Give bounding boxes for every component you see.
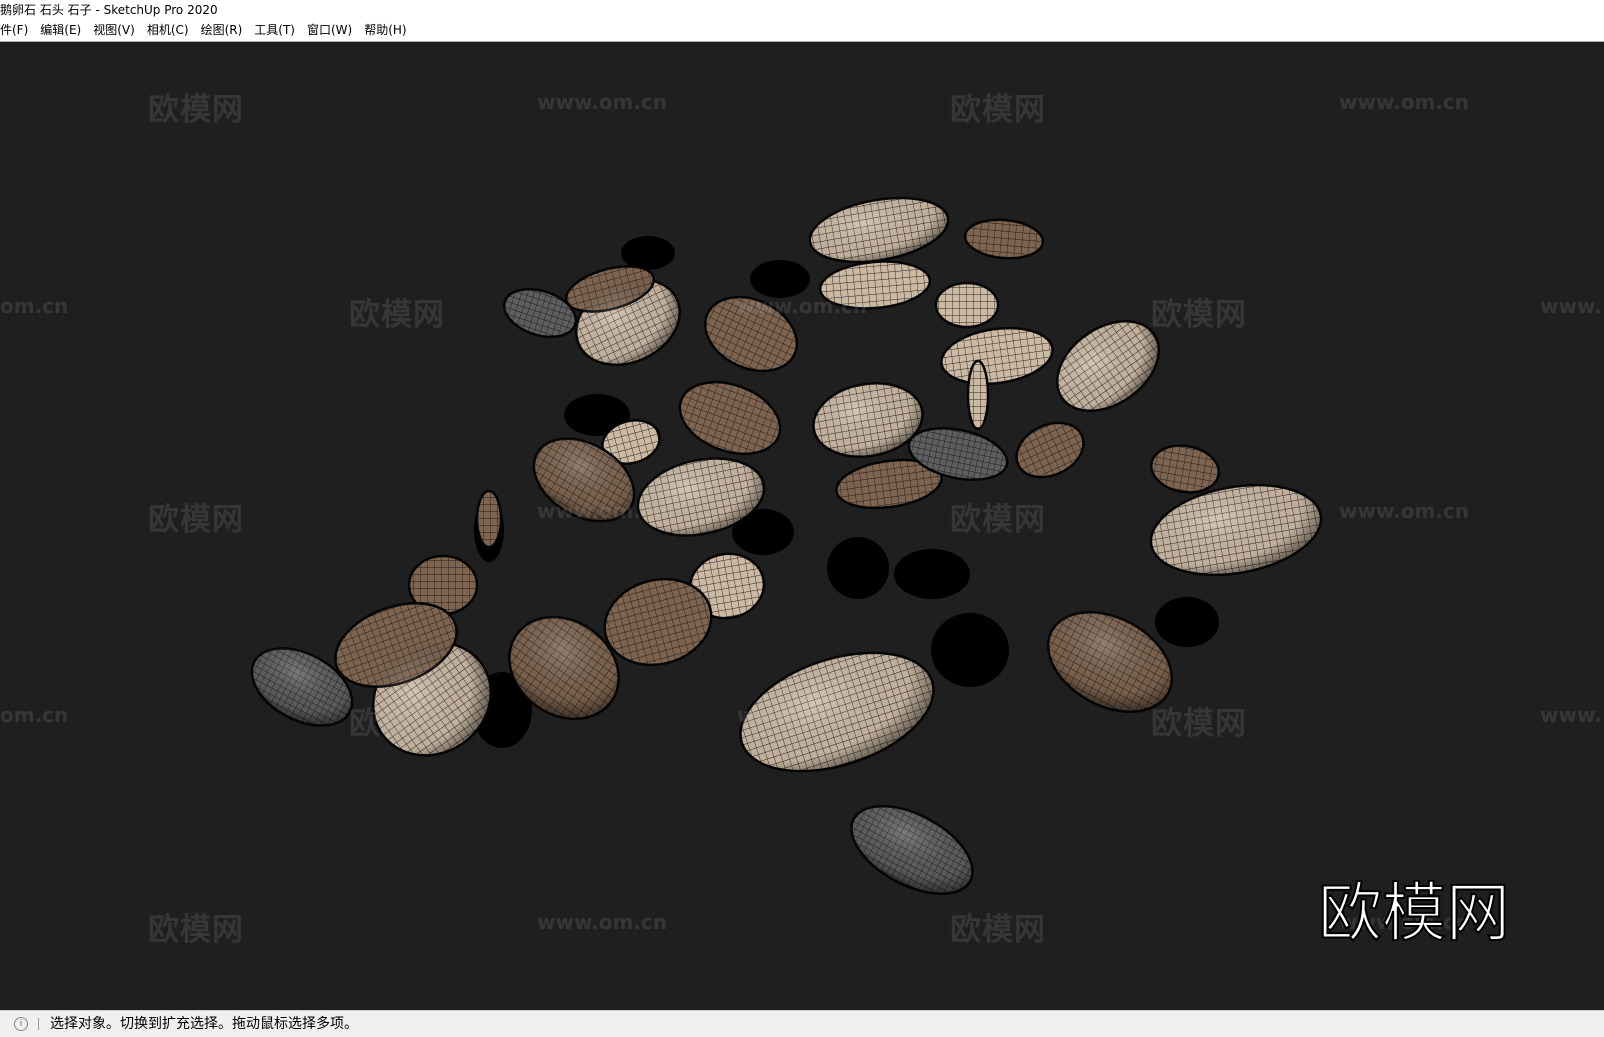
menu-edit[interactable]: 编辑(E) xyxy=(34,20,87,41)
menu-bar: 件(F) 编辑(E) 视图(V) 相机(C) 绘图(R) 工具(T) 窗口(W) 帮助(H) xyxy=(0,20,1604,42)
window-title: 鹅卵石 石头 石子 - SketchUp Pro 2020 xyxy=(0,3,218,17)
menu-file[interactable]: 件(F) xyxy=(0,20,34,41)
menu-draw[interactable]: 绘图(R) xyxy=(195,20,249,41)
menu-view[interactable]: 视图(V) xyxy=(87,20,141,41)
status-divider xyxy=(38,1018,39,1030)
menu-tools[interactable]: 工具(T) xyxy=(248,20,301,41)
title-bar: 鹅卵石 石头 石子 - SketchUp Pro 2020 xyxy=(0,0,1604,20)
menu-camera[interactable]: 相机(C) xyxy=(141,20,195,41)
info-icon[interactable]: i xyxy=(14,1017,28,1031)
stones-scene xyxy=(250,196,1323,896)
status-message: 选择对象。切换到扩充选择。拖动鼠标选择多项。 xyxy=(50,1016,358,1032)
status-bar: i 选择对象。切换到扩充选择。拖动鼠标选择多项。 xyxy=(0,1010,1604,1037)
model-viewport[interactable]: 欧模网 www.om.cn 欧模网 www.om.cn om.cn 欧模网 ww… xyxy=(0,42,1604,1010)
menu-window[interactable]: 窗口(W) xyxy=(301,20,358,41)
menu-help[interactable]: 帮助(H) xyxy=(358,20,412,41)
